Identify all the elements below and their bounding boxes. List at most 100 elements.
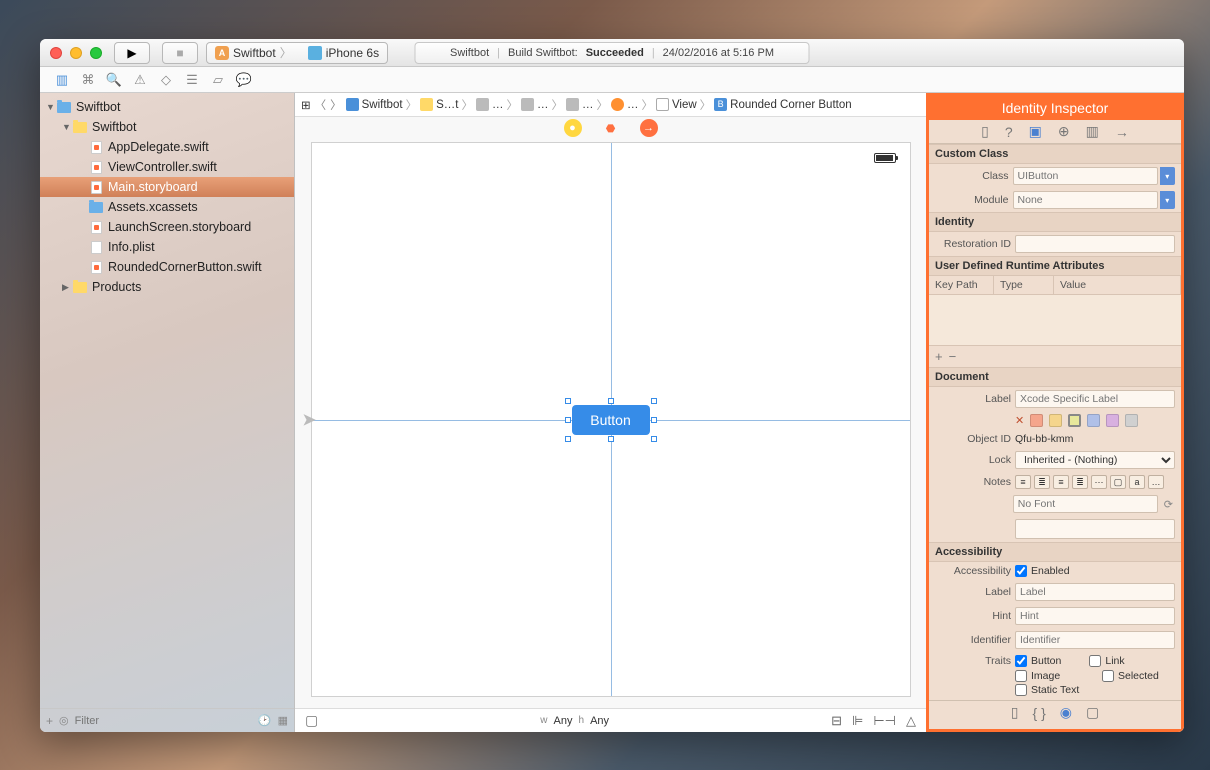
jumpbar-item[interactable]: Swiftbot <box>362 99 403 111</box>
color-swatches[interactable]: ✕ <box>1015 414 1138 427</box>
symbol-navigator-tab[interactable]: ⌘ <box>80 72 96 88</box>
remove-attribute-button[interactable]: − <box>949 349 957 364</box>
jump-bar[interactable]: ⊞ 〈 〉 Swiftbot〉 S…t〉 …〉 …〉 …〉 …〉 View〉 B… <box>295 93 926 117</box>
swatch-gray[interactable] <box>1125 414 1138 427</box>
class-field[interactable] <box>1013 167 1158 185</box>
clear-color-button[interactable]: ✕ <box>1015 414 1024 427</box>
module-field[interactable] <box>1013 191 1158 209</box>
initial-vc-arrow[interactable]: ➤ <box>302 409 317 430</box>
related-items-button[interactable]: ⊞ <box>299 98 313 112</box>
add-button[interactable]: + <box>46 714 53 728</box>
class-dropdown-button[interactable]: ▾ <box>1160 167 1175 185</box>
tree-file[interactable]: LaunchScreen.storyboard <box>40 217 294 237</box>
tree-file[interactable]: RoundedCornerButton.swift <box>40 257 294 277</box>
jumpbar-item[interactable]: … <box>582 99 594 111</box>
font-picker-button[interactable]: ⟳ <box>1162 498 1175 511</box>
trait-static-checkbox[interactable] <box>1015 684 1027 696</box>
swatch-blue[interactable] <box>1087 414 1100 427</box>
trait-link-checkbox[interactable] <box>1089 655 1101 667</box>
size-class-control[interactable]: wAny hAny <box>540 715 609 727</box>
stop-button[interactable]: ■ <box>162 42 198 64</box>
align-center-button[interactable]: ≣ <box>1034 475 1050 489</box>
tree-group-products[interactable]: ▶Products <box>40 277 294 297</box>
attributes-inspector-tab[interactable]: ⊕ <box>1058 123 1070 140</box>
file-template-library-tab[interactable]: ▯ <box>1011 704 1019 721</box>
jumpbar-item[interactable]: … <box>537 99 549 111</box>
text-color-button[interactable]: a <box>1129 475 1145 489</box>
tree-project-root[interactable]: ▼Swiftbot <box>40 97 294 117</box>
more-button[interactable]: … <box>1148 475 1164 489</box>
resolve-button[interactable]: △ <box>906 713 916 729</box>
filter-input[interactable] <box>75 715 252 727</box>
recent-filter-button[interactable]: 🕑 <box>258 714 272 727</box>
align-justify-button[interactable]: ≣ <box>1072 475 1088 489</box>
find-navigator-tab[interactable]: 🔍 <box>106 72 122 88</box>
tree-file-selected[interactable]: Main.storyboard <box>40 177 294 197</box>
lock-select[interactable]: Inherited - (Nothing) <box>1015 451 1175 469</box>
align-right-button[interactable]: ≡ <box>1053 475 1069 489</box>
swatch-red[interactable] <box>1030 414 1043 427</box>
module-dropdown-button[interactable]: ▾ <box>1160 191 1175 209</box>
jumpbar-item[interactable]: … <box>627 99 639 111</box>
tree-file[interactable]: AppDelegate.swift <box>40 137 294 157</box>
connections-inspector-tab[interactable]: → <box>1115 124 1129 140</box>
project-navigator-tab[interactable]: ▥ <box>54 72 70 88</box>
firstresponder-dock-icon[interactable]: ⬣ <box>602 119 620 137</box>
a11y-hint-field[interactable] <box>1015 607 1175 625</box>
jumpbar-item[interactable]: … <box>492 99 504 111</box>
code-snippet-library-tab[interactable]: { } <box>1033 705 1046 721</box>
run-button[interactable]: ▶ <box>114 42 150 64</box>
font-field[interactable] <box>1013 495 1158 513</box>
separator-button[interactable]: ⋯ <box>1091 475 1107 489</box>
trait-image-checkbox[interactable] <box>1015 670 1027 682</box>
outline-button[interactable]: ▢ <box>1110 475 1126 489</box>
object-library-tab[interactable]: ◉ <box>1060 704 1072 721</box>
selected-button[interactable]: Button <box>572 405 650 435</box>
media-library-tab[interactable]: ▢ <box>1086 704 1099 721</box>
document-outline-toggle[interactable]: ▢ <box>305 712 318 729</box>
jumpbar-item[interactable]: View <box>672 99 697 111</box>
runtime-table[interactable] <box>929 295 1181 345</box>
a11y-label-field[interactable] <box>1015 583 1175 601</box>
align-button[interactable]: ⊫ <box>852 713 863 729</box>
add-attribute-button[interactable]: + <box>935 349 943 364</box>
stack-button[interactable]: ⊟ <box>831 713 842 729</box>
swatch-yellow-selected[interactable] <box>1068 414 1081 427</box>
storyboard-canvas[interactable]: ● ⬣ → ➤ Button <box>295 117 926 708</box>
minimize-window-button[interactable] <box>70 47 82 59</box>
tree-group[interactable]: ▼Swiftbot <box>40 117 294 137</box>
close-window-button[interactable] <box>50 47 62 59</box>
identity-inspector-tab[interactable]: ▣ <box>1029 123 1042 140</box>
issue-navigator-tab[interactable]: ⚠ <box>132 72 148 88</box>
tree-file[interactable]: Info.plist <box>40 237 294 257</box>
pin-button[interactable]: ⊢⊣ <box>873 713 896 729</box>
scm-filter-button[interactable]: ▦ <box>278 714 288 727</box>
align-left-button[interactable]: ≡ <box>1015 475 1031 489</box>
scheme-selector[interactable]: ASwiftbot〉 iPhone 6s <box>206 42 388 64</box>
quickhelp-inspector-tab[interactable]: ? <box>1005 124 1013 140</box>
a11y-enabled-checkbox[interactable] <box>1015 565 1027 577</box>
size-inspector-tab[interactable]: ▥ <box>1086 123 1099 140</box>
tree-file[interactable]: Assets.xcassets <box>40 197 294 217</box>
swatch-orange[interactable] <box>1049 414 1062 427</box>
notes-field[interactable] <box>1015 519 1175 539</box>
viewcontroller-dock-icon[interactable]: ● <box>564 119 582 137</box>
swatch-purple[interactable] <box>1106 414 1119 427</box>
zoom-window-button[interactable] <box>90 47 102 59</box>
test-navigator-tab[interactable]: ◇ <box>158 72 174 88</box>
jumpbar-item[interactable]: S…t <box>436 99 458 111</box>
exit-dock-icon[interactable]: → <box>640 119 658 137</box>
restorationid-field[interactable] <box>1015 235 1175 253</box>
trait-selected-checkbox[interactable] <box>1102 670 1114 682</box>
tree-file[interactable]: ViewController.swift <box>40 157 294 177</box>
scene-dock[interactable]: ● ⬣ → <box>564 119 658 137</box>
trait-button-checkbox[interactable] <box>1015 655 1027 667</box>
report-navigator-tab[interactable]: 💬 <box>236 72 252 88</box>
doc-label-field[interactable] <box>1015 390 1175 408</box>
breakpoint-navigator-tab[interactable]: ▱ <box>210 72 226 88</box>
a11y-identifier-field[interactable] <box>1015 631 1175 649</box>
file-inspector-tab[interactable]: ▯ <box>981 123 989 140</box>
debug-navigator-tab[interactable]: ☰ <box>184 72 200 88</box>
jumpbar-item[interactable]: Rounded Corner Button <box>730 99 851 111</box>
forward-button[interactable]: 〉 <box>328 97 344 113</box>
